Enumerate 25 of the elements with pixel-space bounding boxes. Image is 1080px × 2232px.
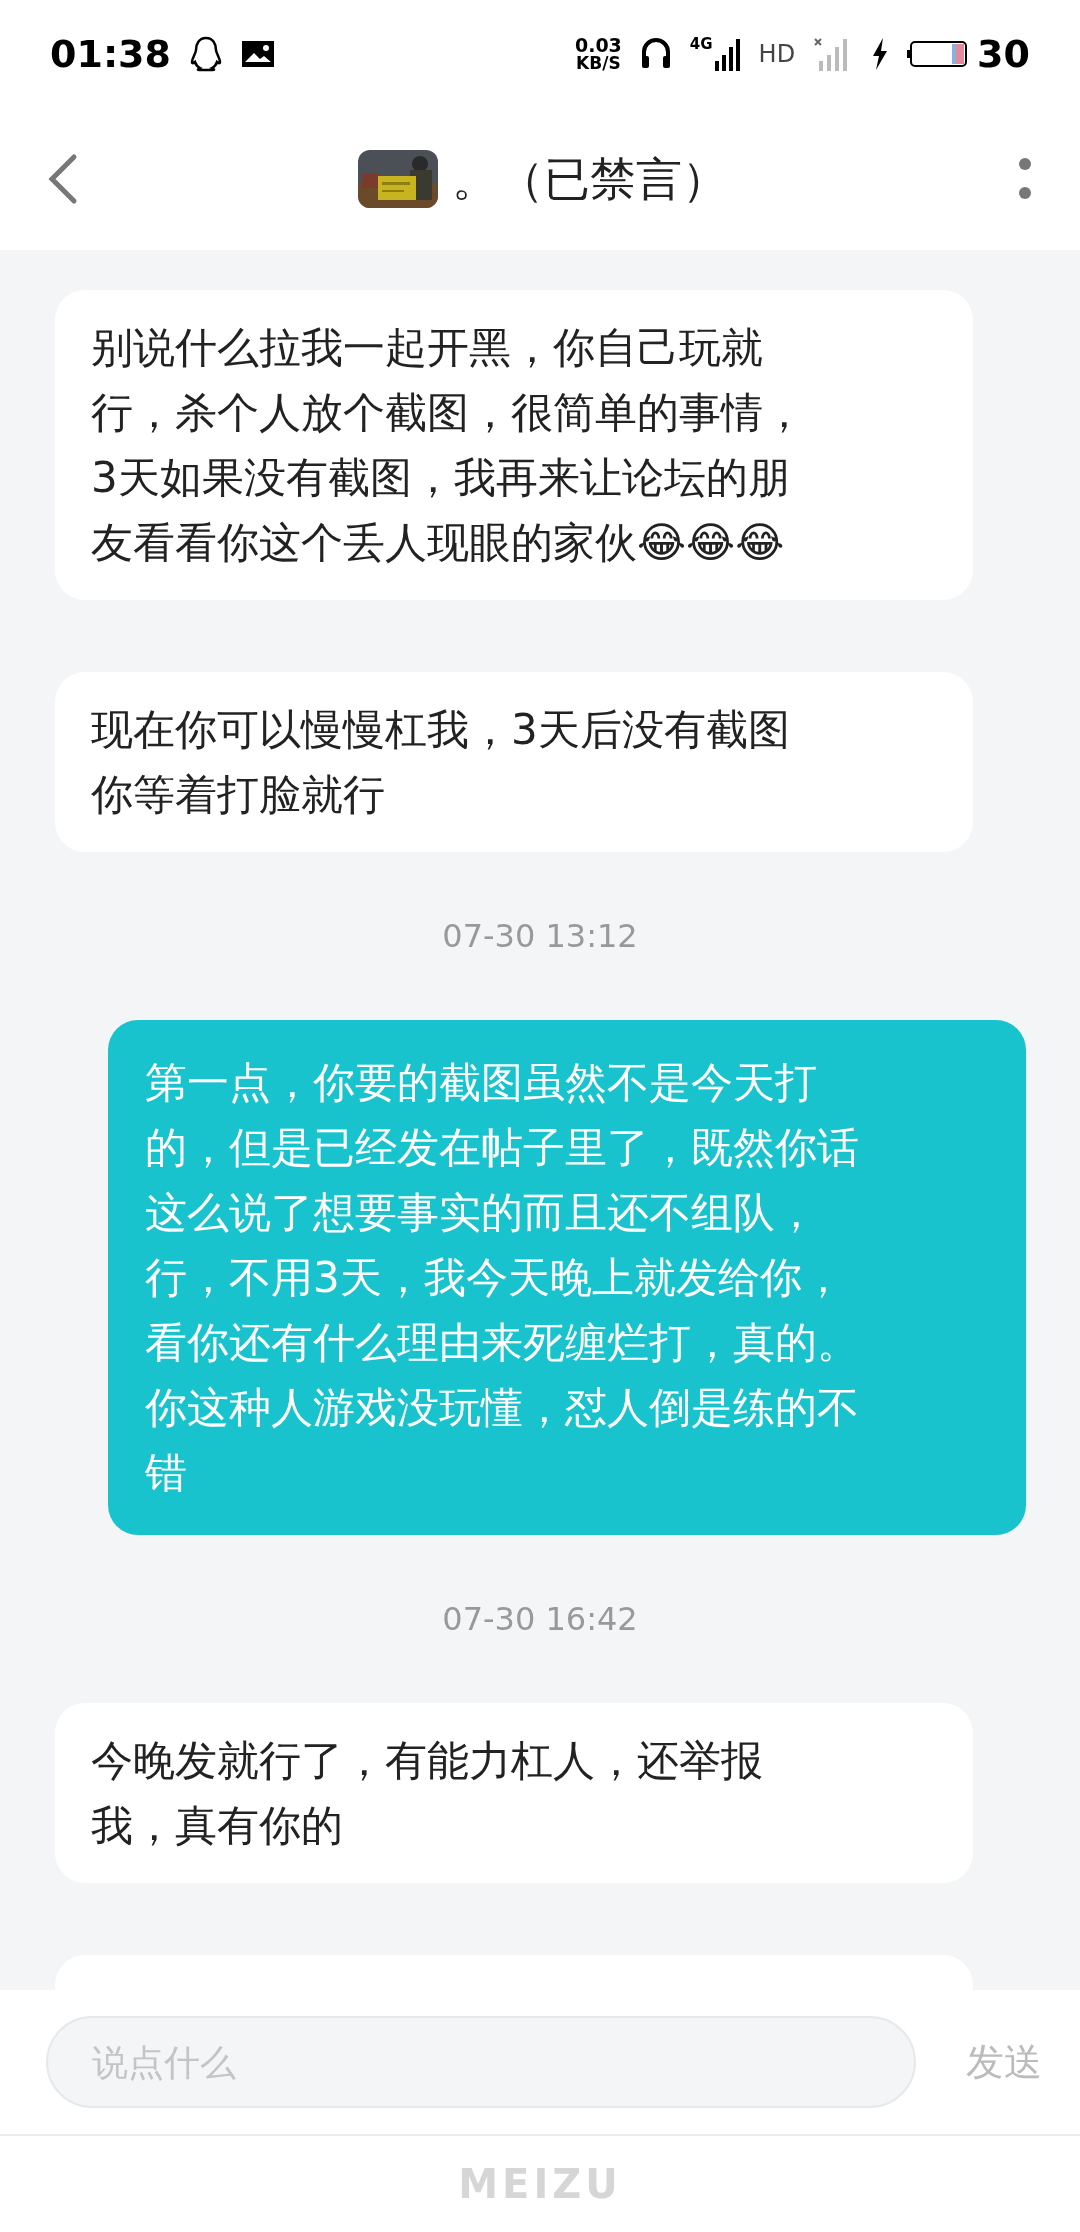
send-button[interactable]: 发送 xyxy=(966,2033,1042,2091)
message-line: 3天如果没有截图，我再来让论坛的朋 xyxy=(91,453,790,502)
message-line: 的，但是已经发在帖子里了，既然你话 xyxy=(145,1123,859,1172)
hd-indicator: HD xyxy=(758,39,796,70)
speed-value: 0.03 xyxy=(574,36,622,55)
timestamp: 07-30 13:12 xyxy=(442,916,638,957)
battery-level: 30 xyxy=(977,30,1030,78)
message-line: 行，杀个人放个截图，很简单的事情， xyxy=(91,388,805,437)
message-line: 行，不用3天，我今天晚上就发给你， xyxy=(145,1253,844,1302)
speed-unit: KB/S xyxy=(576,55,621,72)
message-line: 第一点，你要的截图虽然不是今天打 xyxy=(145,1058,817,1107)
network-type: 4G xyxy=(689,37,713,52)
message-line: 错 xyxy=(145,1448,187,1497)
status-time: 01:38 xyxy=(50,30,171,78)
chat-title: 。（已禁言） xyxy=(452,150,728,208)
message-line: 别说什么拉我一起开黑，你自己玩就 xyxy=(91,323,763,372)
timestamp: 07-30 16:42 xyxy=(442,1599,638,1640)
message-line: 我，真有你的 xyxy=(91,1801,343,1850)
message-line: 这么说了想要事实的而且还不组队， xyxy=(145,1188,817,1237)
message-line: 看你还有什么理由来死缠烂打，真的。 xyxy=(145,1318,859,1367)
message-line: 你等着打脸就行 xyxy=(91,770,385,819)
message-line: 你这种人游戏没玩懂，怼人倒是练的不 xyxy=(145,1383,859,1432)
message-line: 今晚发就行了，有能力杠人，还举报 xyxy=(91,1736,763,1785)
message-line: 现在你可以慢慢杠我，3天后没有截图 xyxy=(91,705,790,754)
message-line: 友看看你这个丢人现眼的家伙😂😂😂 xyxy=(91,518,785,567)
